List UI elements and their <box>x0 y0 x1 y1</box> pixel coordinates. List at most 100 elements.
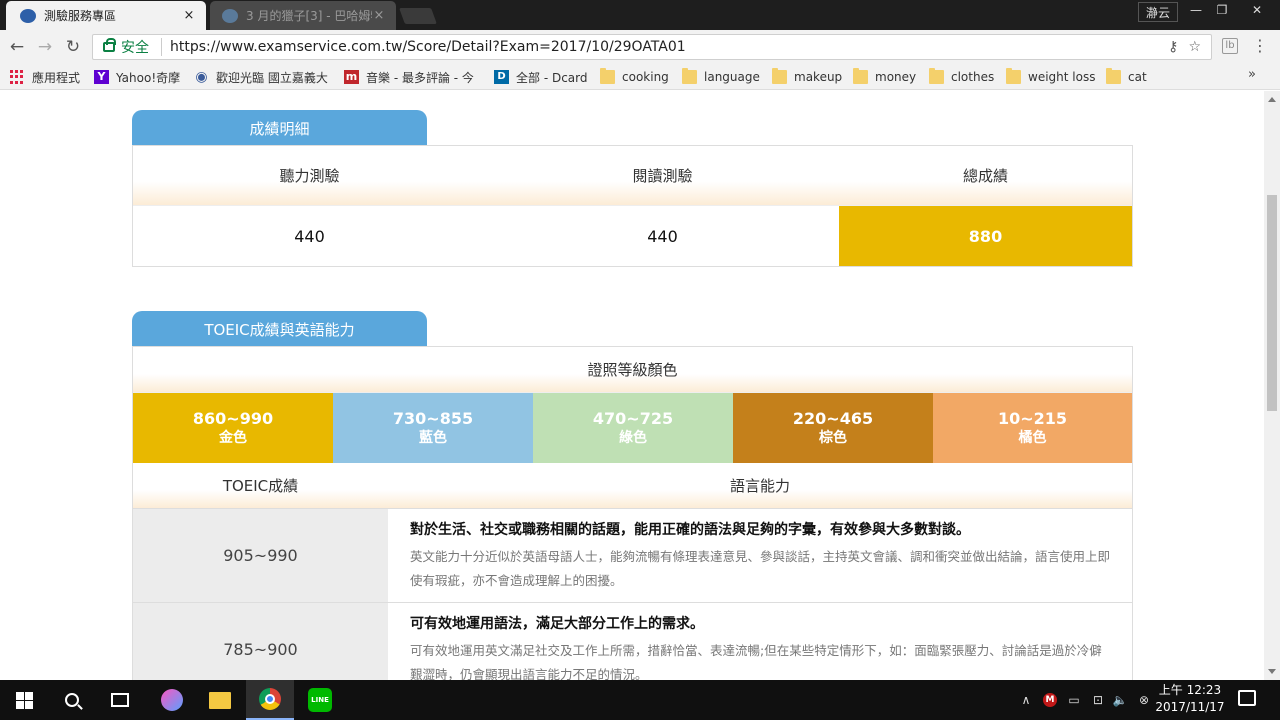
bookmark-yahoo[interactable]: Y Yahoo!奇摩 <box>94 69 180 85</box>
reading-score: 440 <box>647 226 678 246</box>
toeic-score-header: TOEIC成績 <box>222 477 299 495</box>
bookmark-folder-makeup[interactable]: makeup <box>772 68 843 85</box>
university-icon: ◉ <box>195 69 208 85</box>
key-icon[interactable]: ⚷ <box>1168 39 1178 55</box>
level-score: 785~900 <box>133 603 388 680</box>
level-body: 英文能力十分近似於英語母語人士，能夠流暢有條理表達意見、參與談話，主持英文會議、… <box>410 549 1111 588</box>
cert-range: 220~465 <box>792 408 874 428</box>
new-tab-button[interactable] <box>399 8 437 24</box>
folder-icon <box>1006 68 1021 84</box>
windows-logo-icon <box>15 691 33 709</box>
total-header: 總成績 <box>962 167 1008 185</box>
network-icon[interactable]: ⊡ <box>1088 680 1108 720</box>
tab-exam-service[interactable]: 測驗服務專區 × <box>6 1 206 30</box>
bookmark-university[interactable]: ◉ 歡迎光臨 國立嘉義大 <box>194 69 328 85</box>
bookmark-label: Yahoo!奇摩 <box>116 70 181 85</box>
tab-title: 測驗服務專區 <box>44 9 117 23</box>
task-view-button[interactable] <box>96 680 144 720</box>
cert-range: 860~990 <box>192 408 274 428</box>
scrollbar-thumb[interactable] <box>1267 195 1277 411</box>
level-title: 可有效地運用語法，滿足大部分工作上的需求。 <box>410 616 704 632</box>
scroll-down-arrow-icon[interactable] <box>1268 669 1276 674</box>
bookmarks-bar: 應用程式 Y Yahoo!奇摩 ◉ 歡迎光臨 國立嘉義大 m 音樂 - 最多評論… <box>0 64 1280 90</box>
table-row: 785~900 可有效地運用語法，滿足大部分工作上的需求。 可有效地運用英文滿足… <box>133 603 1132 680</box>
reading-header: 閱讀測驗 <box>632 167 693 185</box>
folder-icon <box>1106 68 1121 84</box>
cert-range: 470~725 <box>592 408 674 428</box>
level-score: 905~990 <box>133 509 388 602</box>
level-description: 對於生活、社交或職務相關的話題，能用正確的語法與足夠的字彙，有效參與大多數對談。… <box>388 509 1132 602</box>
taskbar-itunes[interactable] <box>148 680 196 720</box>
more-bookmarks-button[interactable]: » <box>1248 67 1256 82</box>
folder-icon <box>929 68 944 84</box>
cert-color-name: 橘色 <box>1018 430 1047 447</box>
bookmark-folder-language[interactable]: language <box>682 68 760 85</box>
tray-chevron-icon[interactable]: ∧ <box>1016 680 1036 720</box>
profile-button[interactable]: 瀞云 <box>1138 2 1178 22</box>
ability-header-row: TOEIC成績 語言能力 <box>133 463 1132 509</box>
bookmark-folder-money[interactable]: money <box>853 68 917 85</box>
bookmark-label: 全部 - Dcard <box>516 70 588 85</box>
start-button[interactable] <box>0 680 48 720</box>
bookmark-music[interactable]: m 音樂 - 最多評論 - 今 <box>344 69 474 85</box>
level-title: 對於生活、社交或職務相關的話題，能用正確的語法與足夠的字彙，有效參與大多數對談。 <box>410 522 970 538</box>
cert-color-gold: 860~990 金色 <box>133 393 333 463</box>
cert-colors-row: 860~990 金色 730~855 藍色 470~725 綠色 220~465… <box>133 393 1132 463</box>
bookmark-label: language <box>704 70 760 84</box>
vertical-scrollbar[interactable] <box>1264 91 1280 680</box>
url-text[interactable]: https://www.examservice.com.tw/Score/Det… <box>170 39 1168 55</box>
bookmark-folder-cat[interactable]: cat <box>1106 68 1147 85</box>
taskbar-clock[interactable]: 上午 12:23 2017/11/17 <box>1150 682 1230 718</box>
volume-icon[interactable]: 🔈 <box>1110 680 1130 720</box>
level-description: 可有效地運用語法，滿足大部分工作上的需求。 可有效地運用英文滿足社交及工作上所需… <box>388 603 1132 680</box>
apps-icon <box>10 70 25 84</box>
listening-score: 440 <box>294 226 325 246</box>
taskbar-line[interactable]: LINE <box>296 680 344 720</box>
folder-icon <box>853 68 868 84</box>
search-button[interactable] <box>48 680 96 720</box>
bookmark-apps[interactable]: 應用程式 <box>10 69 80 85</box>
extension-icon[interactable]: lb <box>1222 38 1238 54</box>
chrome-icon <box>259 688 281 710</box>
score-detail-table: 聽力測驗 閱讀測驗 總成績 440 440 880 <box>132 145 1133 267</box>
bookmark-folder-cooking[interactable]: cooking <box>600 68 669 85</box>
bookmark-folder-clothes[interactable]: clothes <box>929 68 994 85</box>
tab-bahamut[interactable]: 3 月的獵子[3] - 巴哈姆特 × <box>210 1 396 30</box>
battery-icon[interactable]: ▭ <box>1064 680 1084 720</box>
back-button[interactable]: ← <box>6 37 28 57</box>
bookmark-dcard[interactable]: D 全部 - Dcard <box>494 69 588 85</box>
menu-icon[interactable]: ⋮ <box>1252 36 1268 56</box>
window-close-button[interactable]: ✕ <box>1234 0 1280 20</box>
browser-toolbar: ← → ↻ 安全 https://www.examservice.com.tw/… <box>0 30 1280 64</box>
cert-range: 730~855 <box>392 408 474 428</box>
bookmark-label: makeup <box>794 70 843 84</box>
cert-color-name: 金色 <box>219 430 247 447</box>
section-tab-score-detail: 成績明細 <box>132 110 427 146</box>
bookmark-label: 應用程式 <box>32 70 81 85</box>
table-row: 905~990 對於生活、社交或職務相關的話題，能用正確的語法與足夠的字彙，有效… <box>133 509 1132 603</box>
tab-close-icon[interactable]: × <box>372 8 386 23</box>
mcafee-tray-icon[interactable]: M <box>1040 680 1060 720</box>
taskbar-chrome[interactable] <box>246 680 294 720</box>
cert-color-header: 證照等級顏色 <box>133 347 1132 393</box>
secure-label: 安全 <box>121 40 149 56</box>
taskbar-file-explorer[interactable] <box>196 680 244 720</box>
language-ability-header: 語言能力 <box>729 477 790 495</box>
clock-date: 2017/11/17 <box>1155 700 1225 714</box>
reload-button[interactable]: ↻ <box>62 37 84 57</box>
folder-icon <box>682 68 697 84</box>
bookmark-label: 音樂 - 最多評論 - 今 <box>366 70 474 85</box>
cert-color-brown: 220~465 棕色 <box>733 393 933 463</box>
action-center-icon[interactable] <box>1238 690 1256 706</box>
itunes-icon <box>161 689 183 711</box>
bookmark-folder-weight-loss[interactable]: weight loss <box>1006 68 1095 85</box>
forward-button[interactable]: → <box>34 37 56 57</box>
scroll-up-arrow-icon[interactable] <box>1268 97 1276 102</box>
address-bar[interactable]: 安全 https://www.examservice.com.tw/Score/… <box>92 34 1212 60</box>
cert-color-name: 綠色 <box>619 430 647 447</box>
bookmark-label: money <box>875 70 917 84</box>
divider <box>161 38 162 56</box>
bookmark-star-icon[interactable]: ☆ <box>1188 39 1201 55</box>
tab-close-icon[interactable]: × <box>182 8 196 23</box>
bookmark-label: 歡迎光臨 國立嘉義大 <box>216 70 328 85</box>
